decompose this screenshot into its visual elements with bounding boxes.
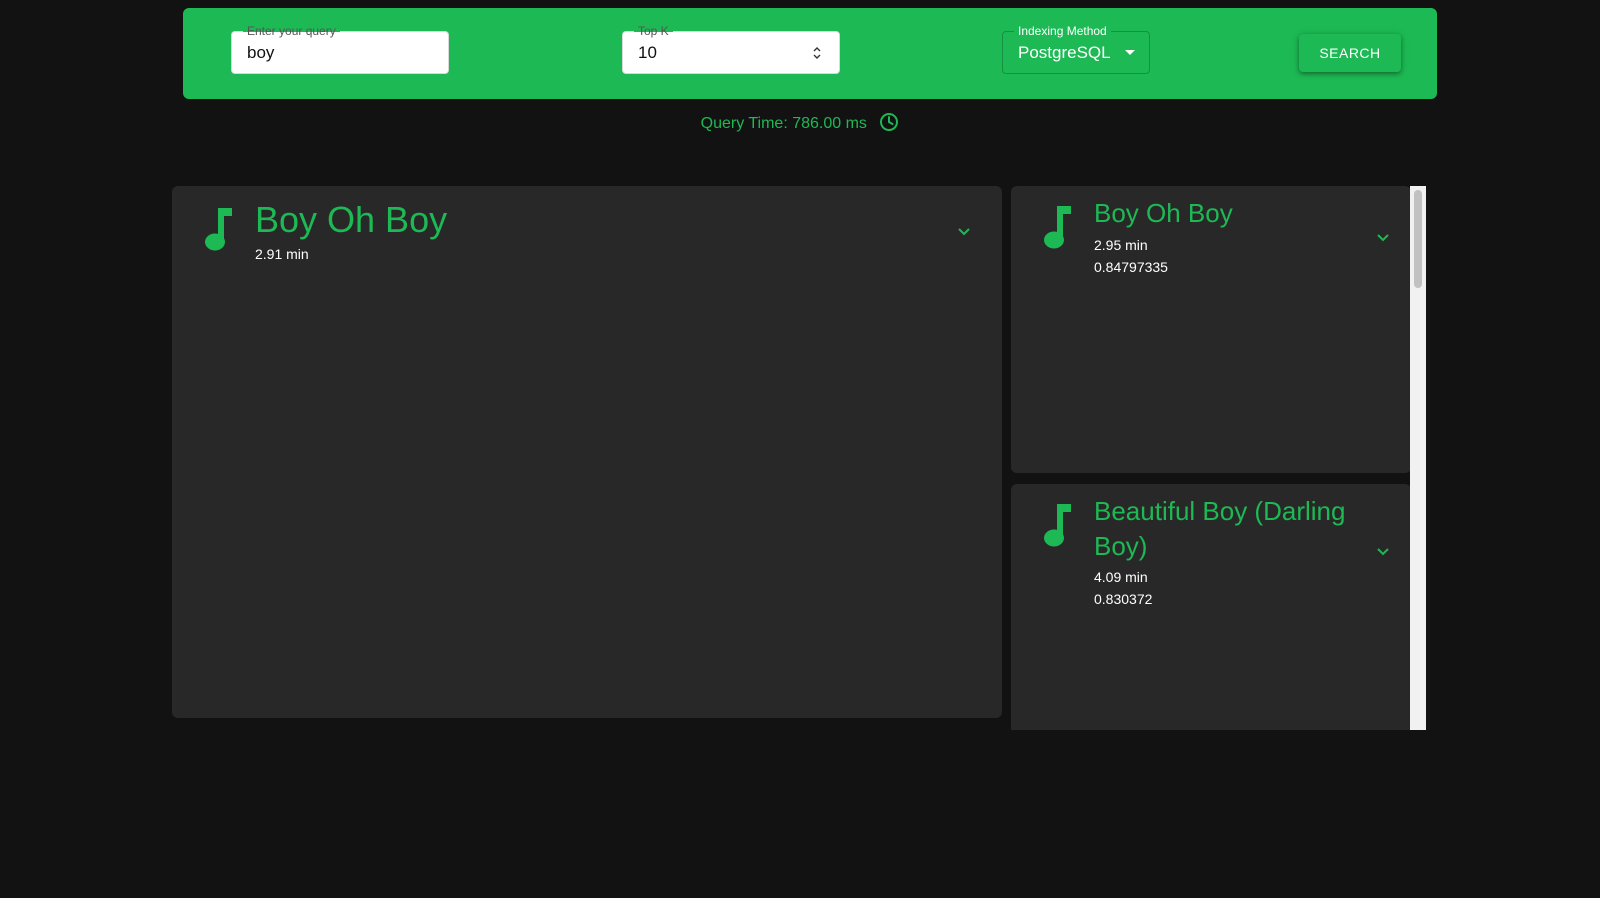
music-note-icon	[1044, 504, 1071, 547]
music-note-icon	[205, 208, 232, 251]
search-button[interactable]: SEARCH	[1299, 34, 1401, 72]
scrollbar-thumb[interactable]	[1414, 190, 1422, 288]
search-toolbar: Enter your query Top K Indexing Method P…	[183, 8, 1437, 99]
chevron-down-icon[interactable]	[1375, 232, 1391, 244]
chevron-down-icon[interactable]	[956, 226, 972, 238]
featured-track-card[interactable]: Boy Oh Boy 2.91 min	[172, 186, 1002, 718]
results-scrollbar[interactable]	[1410, 186, 1426, 730]
music-note-icon	[1044, 206, 1071, 249]
results-list[interactable]: Boy Oh Boy 2.95 min 0.84797335 Beautiful…	[1011, 186, 1427, 730]
topk-input[interactable]	[638, 32, 788, 73]
query-input[interactable]	[247, 32, 437, 73]
result-card[interactable]: Beautiful Boy (Darling Boy) 4.09 min 0.8…	[1011, 484, 1411, 730]
dropdown-arrow-icon	[1125, 50, 1135, 55]
query-time-text: Query Time: 786.00 ms	[700, 115, 867, 132]
result-title: Boy Oh Boy	[1094, 198, 1233, 228]
result-duration: 2.95 min	[1094, 237, 1148, 253]
indexing-method-value: PostgreSQL	[1018, 43, 1111, 62]
result-score: 0.84797335	[1094, 259, 1168, 275]
number-stepper-icon[interactable]	[811, 44, 823, 62]
clock-icon	[880, 113, 899, 132]
topk-field[interactable]: Top K	[622, 24, 840, 74]
track-title: Boy Oh Boy	[255, 199, 448, 240]
result-score: 0.830372	[1094, 591, 1153, 607]
chevron-down-icon[interactable]	[1375, 546, 1391, 558]
result-card[interactable]: Boy Oh Boy 2.95 min 0.84797335	[1011, 186, 1411, 473]
query-time-status: Query Time: 786.00 ms	[0, 112, 1600, 136]
indexing-method-select[interactable]: Indexing Method PostgreSQL	[1002, 24, 1150, 74]
track-duration: 2.91 min	[255, 246, 309, 262]
query-field[interactable]: Enter your query	[231, 24, 449, 74]
result-duration: 4.09 min	[1094, 569, 1148, 585]
result-title: Beautiful Boy (Darling Boy)	[1094, 496, 1346, 561]
